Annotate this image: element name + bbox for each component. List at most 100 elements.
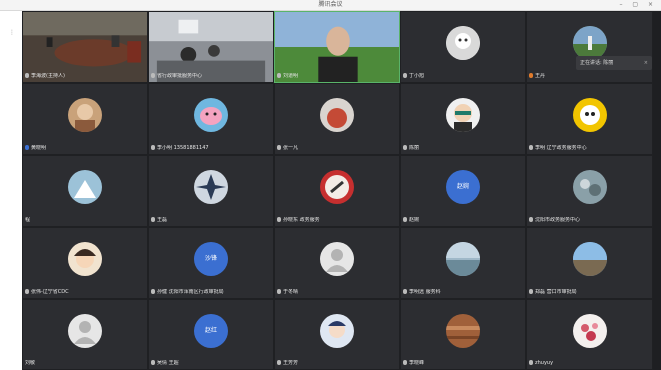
participant-name: 刘敏 bbox=[25, 360, 36, 366]
participant-name: 张一凡 bbox=[277, 145, 397, 152]
participant-name: 李明远 服务科 bbox=[403, 289, 523, 296]
close-icon[interactable]: × bbox=[644, 56, 648, 70]
avatar bbox=[194, 98, 228, 132]
mic-icon bbox=[403, 73, 407, 78]
participant-name: 沈阳市政务服务中心 bbox=[529, 217, 650, 224]
participant-name: 程 bbox=[25, 217, 31, 223]
mic-icon bbox=[403, 145, 407, 150]
participant-name: 省行政审批服务中心 bbox=[151, 73, 271, 80]
participant-tile[interactable]: 王丹 bbox=[526, 11, 653, 83]
participant-name: 李晓峰 bbox=[403, 360, 523, 367]
meeting-window: 腾讯会议 – ▢ × ⋮ 李海波(主持人) 省行政审批服务中心 刘道明 丁小旭 … bbox=[0, 0, 661, 370]
mic-icon bbox=[529, 145, 533, 150]
mic-icon bbox=[25, 73, 29, 78]
participant-tile[interactable]: 郑磊 营口市审批局 bbox=[526, 227, 653, 299]
participant-name: 张伟-辽宁省CDC bbox=[25, 289, 145, 296]
mic-icon bbox=[403, 360, 407, 365]
speaking-toast: 正在讲话: 陈丽 × bbox=[576, 56, 652, 70]
avatar bbox=[68, 170, 102, 204]
participant-name: 李小明 13581881147 bbox=[151, 145, 271, 152]
mic-icon bbox=[403, 217, 407, 222]
avatar bbox=[320, 98, 354, 132]
avatar bbox=[446, 313, 480, 348]
video-office-feed bbox=[149, 12, 273, 82]
mic-icon bbox=[277, 145, 281, 150]
avatar bbox=[320, 313, 354, 348]
mic-icon bbox=[529, 73, 533, 78]
participant-name: 陈丽 bbox=[403, 145, 523, 152]
video-room-feed bbox=[23, 12, 147, 82]
participant-tile[interactable]: 王芳芳 bbox=[274, 299, 400, 370]
participant-tile[interactable]: 于冬晴 bbox=[274, 227, 400, 299]
mic-icon bbox=[403, 289, 407, 294]
avatar bbox=[446, 242, 480, 276]
avatar bbox=[446, 26, 480, 60]
participant-tile[interactable]: 黄晓明 bbox=[22, 83, 148, 155]
participant-tile[interactable]: 李明远 服务科 bbox=[400, 227, 526, 299]
participant-name: 郑磊 营口市审批局 bbox=[529, 289, 650, 296]
mic-icon bbox=[151, 217, 155, 222]
mic-icon bbox=[277, 217, 281, 222]
participant-name: 王丹 bbox=[529, 73, 650, 80]
toast-text: 正在讲话: 陈丽 bbox=[580, 60, 614, 66]
participant-tile[interactable]: 陈丽 bbox=[400, 83, 526, 155]
avatar bbox=[446, 98, 480, 132]
participant-tile[interactable]: 省行政审批服务中心 bbox=[148, 11, 274, 83]
participant-tile[interactable]: 李海波(主持人) bbox=[22, 11, 148, 83]
participant-tile[interactable]: 李晓峰 bbox=[400, 299, 526, 370]
participant-tile[interactable]: 孙晓东 政务服务 bbox=[274, 155, 400, 227]
window-controls[interactable]: – ▢ × bbox=[619, 0, 657, 10]
participant-tile[interactable]: 张一凡 bbox=[274, 83, 400, 155]
participant-name: 赵婉 bbox=[403, 217, 523, 224]
mic-icon bbox=[151, 73, 155, 78]
participant-tile[interactable]: 丁小旭 bbox=[400, 11, 526, 83]
participant-tile[interactable]: 沈阳市政务服务中心 bbox=[526, 155, 653, 227]
participant-tile[interactable]: 王磊 bbox=[148, 155, 274, 227]
avatar bbox=[194, 170, 228, 204]
mic-icon bbox=[529, 217, 533, 222]
participant-name: 于冬晴 bbox=[277, 289, 397, 296]
avatar: 赵红 bbox=[194, 313, 228, 348]
participant-tile[interactable]: 赵红 吴倩 王超 bbox=[148, 299, 274, 370]
participant-tile[interactable]: 张伟-辽宁省CDC bbox=[22, 227, 148, 299]
participant-tile[interactable]: 刘道明 bbox=[274, 11, 400, 83]
participant-tile[interactable]: 刘敏 bbox=[22, 299, 148, 370]
participant-tile[interactable]: 赵婉 赵婉 bbox=[400, 155, 526, 227]
participant-tile[interactable]: 沙锋 孙健 沈阳市浑南区行政审批局 bbox=[148, 227, 274, 299]
participant-name: 李海波(主持人) bbox=[25, 73, 145, 80]
participant-name: 王磊 bbox=[151, 217, 271, 224]
window-title: 腾讯会议 bbox=[318, 1, 343, 8]
avatar bbox=[68, 242, 102, 276]
mic-icon bbox=[277, 360, 281, 365]
more-icon[interactable]: ⋮ bbox=[9, 29, 15, 36]
participant-tile[interactable]: 李明 辽宁政务服务中心 bbox=[526, 83, 653, 155]
mic-icon bbox=[151, 360, 155, 365]
avatar: 沙锋 bbox=[194, 242, 228, 276]
participant-tile[interactable]: 李小明 13581881147 bbox=[148, 83, 274, 155]
mic-icon bbox=[151, 289, 155, 294]
participant-name: 王芳芳 bbox=[277, 360, 397, 367]
title-bar: 腾讯会议 – ▢ × bbox=[0, 0, 661, 11]
mic-icon bbox=[529, 360, 533, 365]
avatar: 赵婉 bbox=[446, 170, 480, 204]
avatar bbox=[68, 98, 102, 132]
participant-name: zhuyuy bbox=[529, 360, 650, 367]
participant-name: 李明 辽宁政务服务中心 bbox=[529, 145, 650, 152]
participant-tile[interactable]: 程 bbox=[22, 155, 148, 227]
mic-icon bbox=[277, 289, 281, 294]
avatar bbox=[572, 98, 607, 132]
participant-tile[interactable]: zhuyuy bbox=[526, 299, 653, 370]
left-strip: ⋮ bbox=[0, 11, 22, 370]
participant-name: 刘道明 bbox=[277, 73, 397, 80]
participant-name: 孙健 沈阳市浑南区行政审批局 bbox=[151, 289, 271, 296]
mic-icon bbox=[529, 289, 533, 294]
avatar bbox=[572, 313, 607, 348]
avatar bbox=[68, 313, 102, 348]
avatar bbox=[572, 26, 607, 60]
participant-name: 孙晓东 政务服务 bbox=[277, 217, 397, 224]
mic-icon bbox=[277, 73, 281, 78]
video-person-feed bbox=[275, 12, 399, 82]
avatar bbox=[572, 170, 607, 204]
mic-icon bbox=[25, 289, 29, 294]
participant-name: 吴倩 王超 bbox=[151, 360, 271, 367]
